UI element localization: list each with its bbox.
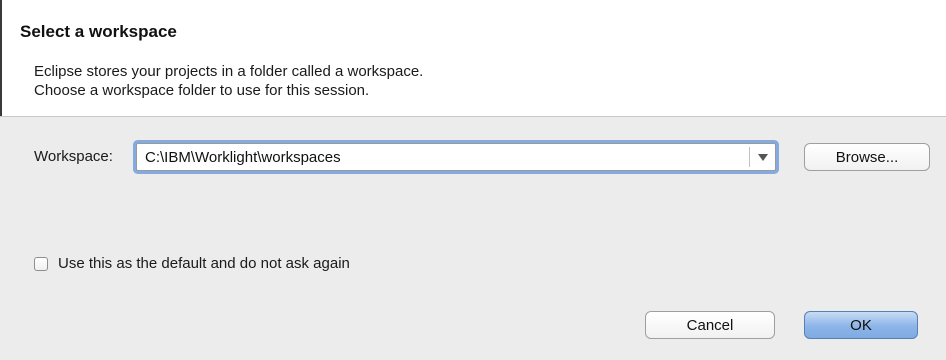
ok-button[interactable]: OK xyxy=(804,311,918,339)
cancel-button[interactable]: Cancel xyxy=(645,311,775,339)
workspace-combo[interactable] xyxy=(136,143,776,171)
dialog-title: Select a workspace xyxy=(20,22,177,41)
workspace-launcher-dialog: Select a workspace Eclipse stores your p… xyxy=(0,0,946,360)
workspace-path-input[interactable] xyxy=(137,144,749,170)
dialog-header: Select a workspace Eclipse stores your p… xyxy=(0,0,946,117)
description-line-1: Eclipse stores your projects in a folder… xyxy=(34,63,424,80)
browse-button[interactable]: Browse... xyxy=(804,143,930,171)
workspace-label: Workspace: xyxy=(34,148,113,165)
window-edge xyxy=(0,0,2,116)
default-checkbox-label[interactable]: Use this as the default and do not ask a… xyxy=(58,255,350,272)
dialog-description: Eclipse stores your projects in a folder… xyxy=(34,62,423,100)
default-checkbox[interactable] xyxy=(34,256,48,271)
default-option-row[interactable]: Use this as the default and do not ask a… xyxy=(34,255,350,272)
description-line-2: Choose a workspace folder to use for thi… xyxy=(34,82,370,99)
chevron-down-icon[interactable] xyxy=(750,144,775,170)
